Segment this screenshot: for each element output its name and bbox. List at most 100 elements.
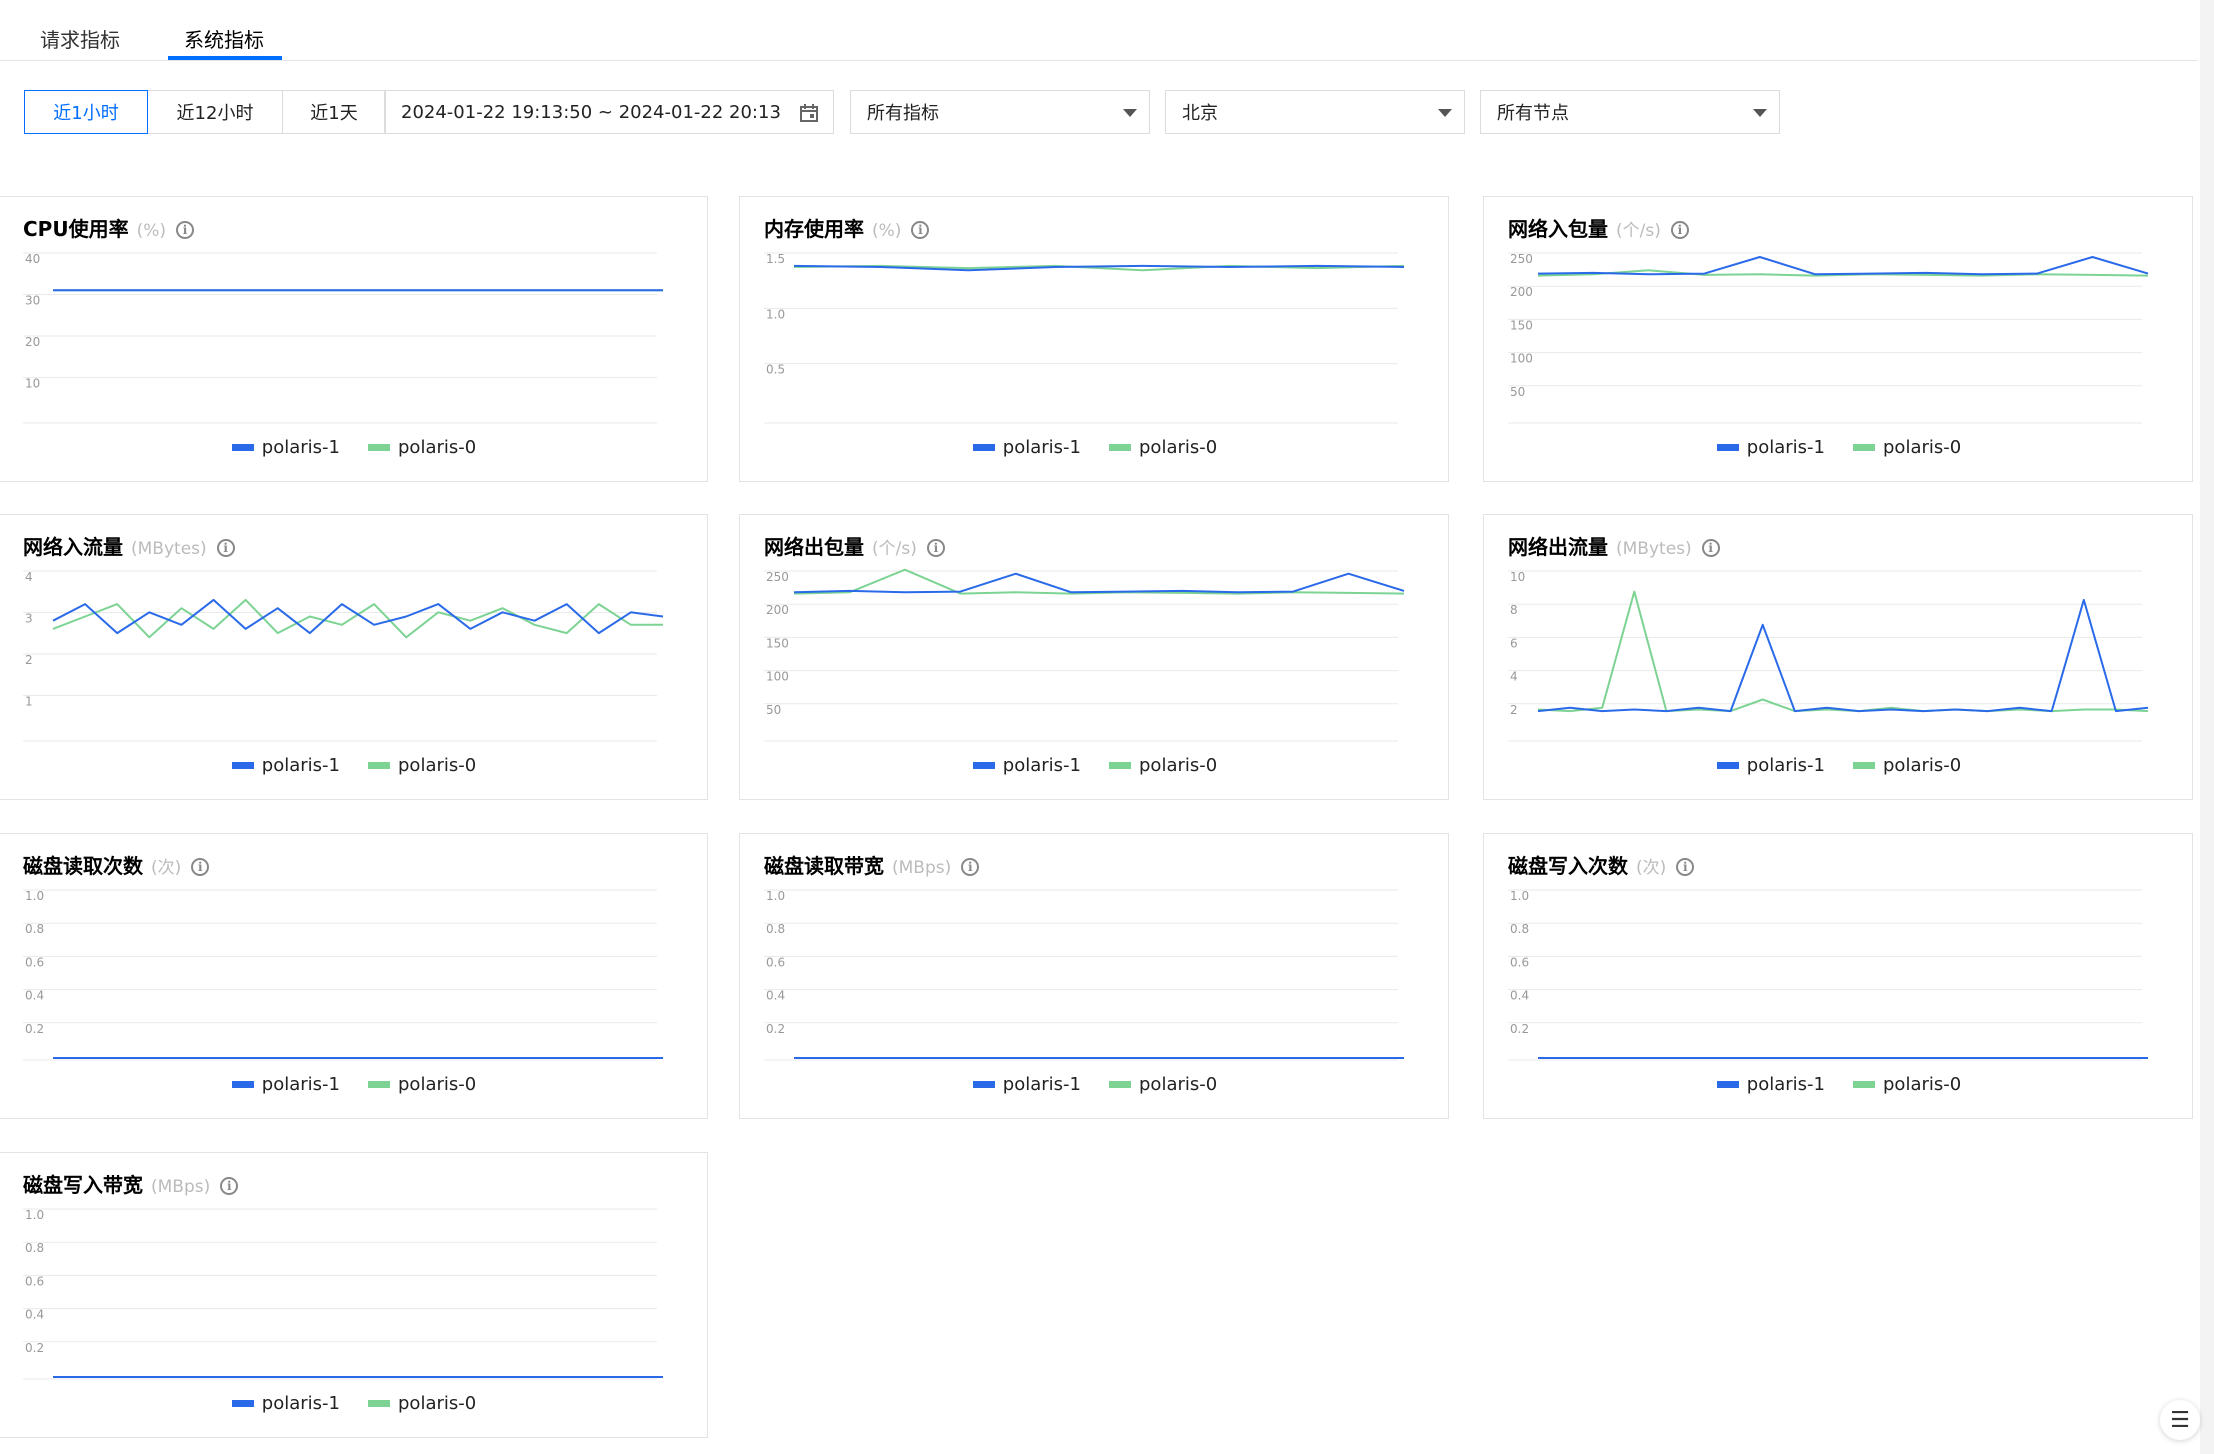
legend-item-polaris-1[interactable]: polaris-1: [972, 437, 1081, 458]
chart-plot: 250 200 150 100 50: [1508, 252, 2149, 424]
info-icon[interactable]: i: [1676, 858, 1695, 876]
chart-legend: polaris-1 polaris-0: [1484, 1074, 2194, 1095]
info-icon[interactable]: i: [1670, 221, 1689, 239]
chart-title: 磁盘写入次数 (次) i: [1508, 850, 1695, 879]
legend-item-polaris-1[interactable]: polaris-1: [231, 1074, 340, 1095]
y-tick-label: 0.8: [1510, 922, 1529, 936]
y-tick-label: 50: [1510, 385, 1525, 399]
chart-panel-disk_read_ops: 磁盘读取次数 (次) i 1.0 0.8 0.6 0.4 0.2 polaris-1 polari…: [0, 833, 708, 1119]
y-tick-label: 6: [1510, 636, 1518, 650]
y-tick-label: 20: [25, 335, 40, 349]
legend-item-polaris-1[interactable]: polaris-1: [231, 437, 340, 458]
chart-plot: 1.0 0.8 0.6 0.4 0.2: [764, 889, 1404, 1061]
region-select[interactable]: 北京: [1165, 90, 1465, 134]
y-tick-label: 2: [1510, 703, 1518, 717]
legend-item-polaris-1[interactable]: polaris-1: [231, 755, 340, 776]
range-1d-button[interactable]: 近1天: [282, 90, 386, 134]
legend-swatch: [231, 762, 254, 769]
y-tick-label: 1.5: [766, 252, 785, 266]
legend-item-polaris-1[interactable]: polaris-1: [1716, 437, 1825, 458]
chart-title: 网络入流量 (MBytes) i: [23, 531, 235, 560]
y-tick-label: 1.0: [25, 889, 44, 903]
y-tick-label: 0.2: [1510, 1022, 1529, 1036]
series-line-polaris-1: [793, 572, 1405, 594]
active-tab-indicator: [168, 56, 282, 60]
chart-panel-cpu: CPU使用率 (%) i 40 30 20 10 polaris-1 polaris-0: [0, 196, 708, 482]
chart-title: 磁盘写入带宽 (MBps) i: [23, 1169, 239, 1198]
calendar-icon[interactable]: [799, 103, 819, 123]
info-icon[interactable]: i: [216, 539, 235, 557]
legend-swatch: [231, 1400, 254, 1407]
range-12h-button[interactable]: 近12小时: [147, 90, 283, 134]
info-icon[interactable]: i: [1701, 539, 1720, 557]
y-tick-label: 250: [1510, 252, 1533, 266]
legend-item-polaris-1[interactable]: polaris-1: [972, 1074, 1081, 1095]
legend-item-polaris-1[interactable]: polaris-1: [231, 1393, 340, 1414]
legend-label: polaris-0: [1139, 437, 1218, 458]
chart-legend: polaris-1 polaris-0: [740, 1074, 1450, 1095]
legend-item-polaris-0[interactable]: polaris-0: [368, 1393, 476, 1414]
tab-system-metrics[interactable]: 系统指标: [184, 24, 264, 53]
legend-item-polaris-0[interactable]: polaris-0: [1109, 755, 1217, 776]
y-tick-label: 200: [766, 603, 789, 617]
chart-title-text: 磁盘读取带宽: [764, 854, 884, 878]
chart-title: CPU使用率 (%) i: [23, 213, 194, 242]
legend-label: polaris-0: [1139, 755, 1218, 776]
legend-item-polaris-0[interactable]: polaris-0: [1853, 755, 1961, 776]
y-tick-label: 0.8: [766, 922, 785, 936]
y-tick-label: 30: [25, 294, 40, 308]
y-tick-label: 0.5: [766, 363, 785, 377]
chart-plot: 1.0 0.8 0.6 0.4 0.2: [23, 889, 663, 1061]
y-tick-label: 200: [1510, 285, 1533, 299]
date-range-value: 2024-01-22 19:13:50 ~ 2024-01-22 20:13:5…: [401, 101, 781, 123]
y-tick-label: 0.2: [25, 1341, 44, 1355]
legend-item-polaris-0[interactable]: polaris-0: [1853, 1074, 1961, 1095]
y-tick-label: 1.0: [766, 307, 785, 321]
legend-item-polaris-0[interactable]: polaris-0: [368, 437, 476, 458]
y-tick-label: 0.6: [766, 955, 785, 969]
legend-label: polaris-1: [261, 1393, 340, 1414]
y-tick-label: 150: [1510, 318, 1533, 332]
legend-swatch: [1109, 762, 1131, 769]
chart-panel-net_out_pkts: 网络出包量 (个/s) i 250 200 150 100 50 polaris-1 polari…: [739, 514, 1449, 800]
range-1h-button[interactable]: 近1小时: [24, 90, 148, 134]
y-tick-label: 0.6: [25, 1274, 44, 1288]
chart-title-text: 网络入包量: [1508, 217, 1608, 241]
legend-item-polaris-0[interactable]: polaris-0: [368, 1074, 476, 1095]
legend-item-polaris-0[interactable]: polaris-0: [1109, 1074, 1217, 1095]
chart-title: 内存使用率 (%) i: [764, 213, 930, 242]
info-icon[interactable]: i: [191, 858, 210, 876]
info-icon[interactable]: i: [220, 1177, 239, 1195]
menu-lines-icon[interactable]: ☰: [2160, 1400, 2200, 1440]
chart-plot: 1.5 1.0 0.5: [764, 252, 1405, 424]
tab-request-metrics[interactable]: 请求指标: [40, 24, 120, 53]
y-tick-label: 150: [766, 636, 789, 650]
chart-legend: polaris-1 polaris-0: [1484, 755, 2194, 776]
legend-label: polaris-1: [261, 1074, 340, 1095]
node-select[interactable]: 所有节点: [1480, 90, 1780, 134]
legend-swatch: [1716, 444, 1739, 451]
legend-item-polaris-0[interactable]: polaris-0: [368, 755, 476, 776]
y-tick-label: 250: [766, 570, 789, 584]
legend-item-polaris-0[interactable]: polaris-0: [1853, 437, 1961, 458]
info-icon[interactable]: i: [911, 221, 930, 239]
info-icon[interactable]: i: [176, 221, 194, 239]
chart-panel-disk_write_bw: 磁盘写入带宽 (MBps) i 1.0 0.8 0.6 0.4 0.2 polaris-1 pol…: [0, 1152, 708, 1438]
region-select-value: 北京: [1182, 103, 1218, 124]
legend-item-polaris-0[interactable]: polaris-0: [1109, 437, 1217, 458]
legend-label: polaris-0: [398, 437, 477, 458]
legend-item-polaris-1[interactable]: polaris-1: [972, 755, 1081, 776]
date-range-picker[interactable]: 2024-01-22 19:13:50 ~ 2024-01-22 20:13:5…: [384, 90, 834, 134]
page-scrollbar[interactable]: [2200, 0, 2214, 1454]
legend-item-polaris-1[interactable]: polaris-1: [1716, 755, 1825, 776]
y-tick-label: 10: [1510, 570, 1525, 584]
legend-item-polaris-1[interactable]: polaris-1: [1716, 1074, 1825, 1095]
legend-swatch: [368, 762, 390, 769]
legend-swatch: [368, 1081, 390, 1088]
chart-unit: (个/s): [872, 539, 917, 559]
metric-select[interactable]: 所有指标: [850, 90, 1150, 134]
info-icon[interactable]: i: [926, 539, 945, 557]
y-tick-label: 10: [25, 377, 40, 391]
series-line-polaris-0: [793, 568, 1405, 595]
info-icon[interactable]: i: [961, 858, 980, 876]
